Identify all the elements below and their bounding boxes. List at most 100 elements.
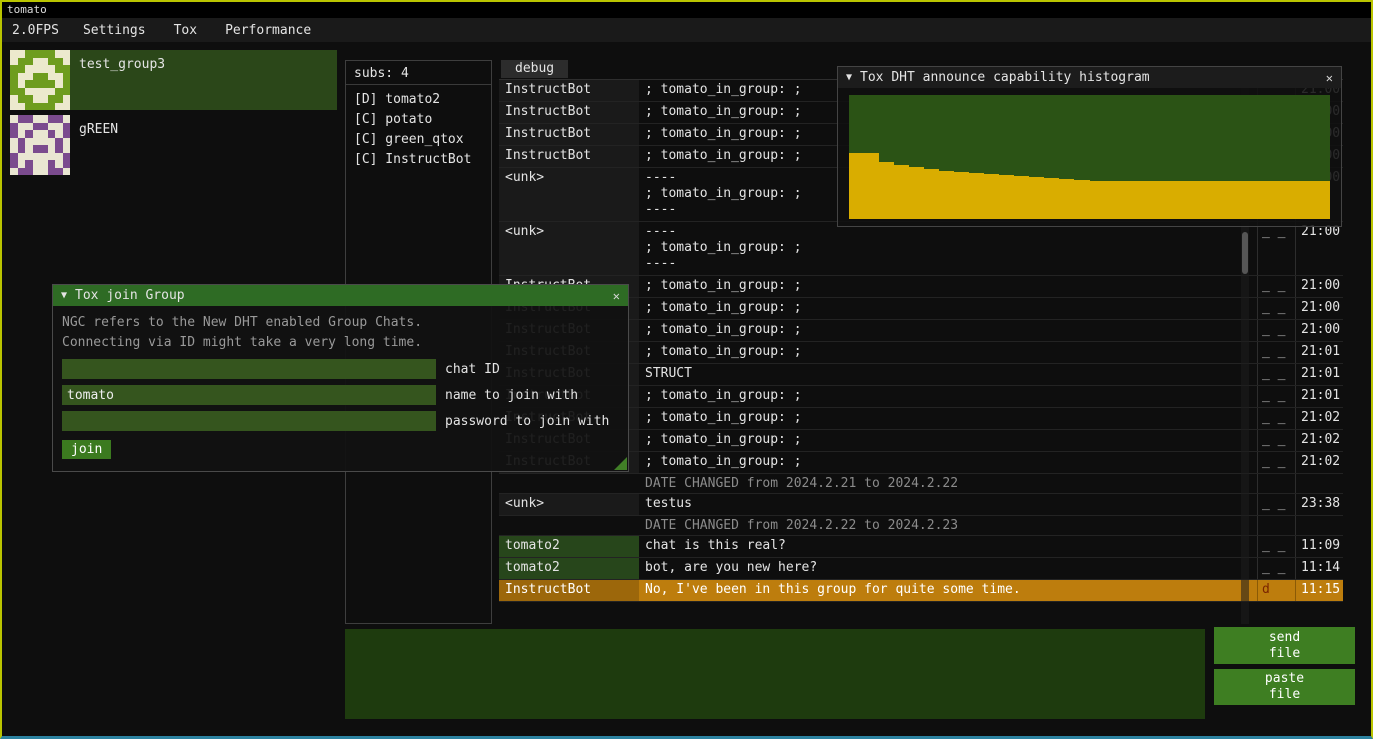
message-timestamp: 21:02 [1295,408,1343,429]
menubar-items: SettingsToxPerformance [69,23,325,38]
chat-scrollbar-thumb[interactable] [1242,232,1248,274]
join-field-row: chat ID [62,359,619,379]
message-text: ; tomato_in_group: ; [639,408,1257,429]
histogram-bar [939,171,954,219]
histogram-bar [1150,181,1165,219]
app-window: tomato 2.0FPS SettingsToxPerformance tes… [0,0,1373,739]
histogram-bar [1180,181,1195,219]
close-icon[interactable]: ✕ [1326,71,1333,85]
histogram-bar [969,173,984,219]
group-item[interactable]: gREEN [10,115,337,175]
paste-file-button[interactable]: paste file [1214,669,1355,705]
message-timestamp: 23:38 [1295,494,1343,515]
send-file-button[interactable]: send file [1214,627,1355,664]
message-text: ; tomato_in_group: ; [639,452,1257,473]
join-window-titlebar: ▼ Tox join Group ✕ [53,285,628,306]
fps-counter: 2.0FPS [2,23,69,38]
collapse-arrow-icon[interactable]: ▼ [61,290,67,301]
date-separator-row: DATE CHANGED from 2024.2.21 to 2024.2.22 [499,474,1343,494]
message-sender: tomato2 [499,536,639,557]
histogram-bar [1195,181,1210,219]
chat-message-row[interactable]: tomato2chat is this real?_ _11:09 [499,536,1343,558]
member-item[interactable]: [C] green_qtox [354,130,483,150]
message-input[interactable] [345,629,1205,719]
histogram-bar [1225,181,1240,219]
join-window-body: NGC refers to the New DHT enabled Group … [53,306,628,466]
join-fields: chat IDname to join withpassword to join… [62,359,619,431]
histogram-bar [1090,181,1105,219]
menu-item-tox[interactable]: Tox [160,23,211,38]
message-sender: InstructBot [499,580,639,601]
message-timestamp: 11:15 [1295,580,1343,601]
join-password-input[interactable] [62,411,436,431]
chat-message-row[interactable]: InstructBotNo, I've been in this group f… [499,580,1343,602]
histogram-bar [1105,181,1120,219]
message-text: ; tomato_in_group: ; [639,276,1257,297]
message-timestamp: 11:09 [1295,536,1343,557]
histogram-window: ▼ Tox DHT announce capability histogram … [837,66,1342,227]
join-window-title: Tox join Group [75,288,605,303]
histogram-bar [1240,181,1255,219]
message-sender: <unk> [499,168,639,221]
members-list: [D] tomato2[C] potato[C] green_qtox[C] I… [354,90,483,170]
chat-id-input[interactable] [62,359,436,379]
date-separator-row: DATE CHANGED from 2024.2.22 to 2024.2.23 [499,516,1343,536]
group-item[interactable]: test_group3 [10,50,337,110]
histogram-bar [1074,180,1089,219]
separator [346,84,491,85]
histogram-bar [1059,179,1074,219]
message-status-marks: _ _ [1257,536,1295,557]
group-avatar [10,115,70,175]
chat-message-row[interactable]: <unk>testus_ _23:38 [499,494,1343,516]
menu-item-settings[interactable]: Settings [69,23,160,38]
message-text: No, I've been in this group for quite so… [639,580,1257,601]
collapse-arrow-icon[interactable]: ▼ [846,72,852,83]
menu-item-performance[interactable]: Performance [211,23,325,38]
histogram-bar [1300,181,1315,219]
close-icon[interactable]: ✕ [613,289,620,303]
join-name-input[interactable] [62,385,436,405]
member-item[interactable]: [C] InstructBot [354,150,483,170]
message-text: testus [639,494,1257,515]
message-timestamp: 21:01 [1295,364,1343,385]
tab-debug[interactable]: debug [501,60,568,78]
message-sender: InstructBot [499,80,639,101]
member-item[interactable]: [C] potato [354,110,483,130]
message-text: ; tomato_in_group: ; [639,320,1257,341]
group-name: gREEN [79,115,118,137]
message-timestamp: 11:14 [1295,558,1343,579]
histogram-bar [1120,181,1135,219]
group-name: test_group3 [79,50,165,72]
histogram-bar [864,153,879,219]
message-sender: tomato2 [499,558,639,579]
histogram-bar [954,172,969,219]
join-button[interactable]: join [62,440,111,459]
histogram-bar [1044,178,1059,219]
message-sender [499,516,639,535]
group-list: test_group3 gREEN [10,50,337,180]
histogram-bar [1029,177,1044,219]
message-status-marks: _ _ [1257,558,1295,579]
message-text: chat is this real? [639,536,1257,557]
member-item[interactable]: [D] tomato2 [354,90,483,110]
message-timestamp [1295,474,1343,493]
message-status-marks: _ _ [1257,364,1295,385]
message-text: DATE CHANGED from 2024.2.21 to 2024.2.22 [639,474,1257,493]
histogram-bar [984,174,999,219]
resize-grip[interactable] [614,457,627,470]
message-text: STRUCT [639,364,1257,385]
histogram-bar [1165,181,1180,219]
histogram-bar [879,162,894,219]
histogram-bar [1135,181,1150,219]
chat-message-row[interactable]: <unk>---- ; tomato_in_group: ; ----_ _21… [499,222,1343,276]
members-count: subs: 4 [354,66,483,81]
menubar: 2.0FPS SettingsToxPerformance [2,18,1371,42]
chat-message-row[interactable]: tomato2bot, are you new here?_ _11:14 [499,558,1343,580]
histogram-window-title: Tox DHT announce capability histogram [860,70,1318,85]
message-timestamp: 21:00 [1295,320,1343,341]
message-timestamp: 21:00 [1295,298,1343,319]
message-status-marks: _ _ [1257,298,1295,319]
message-text: ; tomato_in_group: ; [639,342,1257,363]
histogram-window-titlebar: ▼ Tox DHT announce capability histogram … [838,67,1341,88]
histogram-bar [1014,176,1029,219]
